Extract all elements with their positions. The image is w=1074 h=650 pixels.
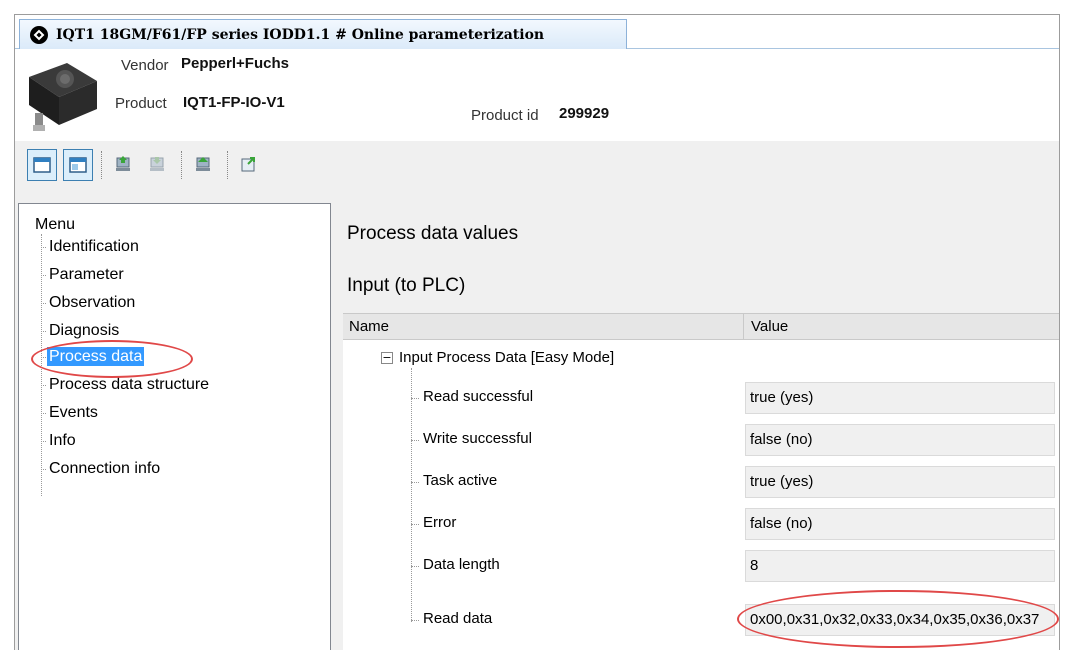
menu-item-events[interactable]: Events bbox=[41, 402, 100, 424]
tree-connector bbox=[411, 524, 419, 525]
device-transfer-icon bbox=[196, 157, 210, 171]
window-icon bbox=[33, 157, 51, 173]
vendor-label: Vendor bbox=[121, 57, 169, 74]
menu-root: Menu bbox=[35, 216, 76, 233]
column-header-name[interactable]: Name bbox=[343, 314, 389, 340]
tab-title: IQT1 18GM/F61/FP series IODD1.1 # Online… bbox=[56, 26, 545, 43]
row-name-write-successful: Write successful bbox=[423, 430, 532, 447]
value-write-successful: false (no) bbox=[745, 424, 1055, 456]
product-id-label: Product id bbox=[471, 107, 539, 124]
menu-item-diagnosis[interactable]: Diagnosis bbox=[41, 320, 121, 342]
toolbar-separator bbox=[101, 151, 102, 179]
tree-connector bbox=[411, 482, 419, 483]
menu-tree: Menu Identification Parameter Observatio… bbox=[18, 203, 331, 650]
value-task-active: true (yes) bbox=[745, 466, 1055, 498]
tree-connector bbox=[411, 620, 419, 621]
menu-item-parameter[interactable]: Parameter bbox=[41, 264, 126, 286]
process-data-grid: Name Value − Input Process Data [Easy Mo… bbox=[343, 313, 1059, 650]
value-error: false (no) bbox=[745, 508, 1055, 540]
tree-connector bbox=[411, 440, 419, 441]
download-device-icon bbox=[150, 157, 164, 171]
row-name-read-successful: Read successful bbox=[423, 388, 534, 405]
tree-connector bbox=[411, 398, 419, 399]
grid-header: Name Value bbox=[343, 314, 1059, 340]
column-header-value[interactable]: Value bbox=[745, 314, 788, 340]
row-name-task-active: Task active bbox=[423, 472, 498, 489]
toolbar bbox=[15, 141, 1059, 189]
download-device-button[interactable] bbox=[143, 149, 173, 181]
upload-device-button[interactable] bbox=[109, 149, 139, 181]
device-logo-icon bbox=[30, 25, 48, 44]
section-title: Input (to PLC) bbox=[347, 275, 466, 296]
group-label: Input Process Data [Easy Mode] bbox=[399, 349, 615, 366]
column-divider bbox=[743, 314, 744, 339]
menu-item-observation[interactable]: Observation bbox=[41, 292, 137, 314]
tab-online-parameterization[interactable]: IQT1 18GM/F61/FP series IODD1.1 # Online… bbox=[19, 19, 627, 49]
tree-connector bbox=[411, 368, 412, 622]
value-data-length: 8 bbox=[745, 550, 1055, 582]
sensor-device-image bbox=[29, 63, 97, 131]
value-read-successful: true (yes) bbox=[745, 382, 1055, 414]
tab-strip: IQT1 18GM/F61/FP series IODD1.1 # Online… bbox=[15, 15, 1059, 49]
menu-item-connection-info[interactable]: Connection info bbox=[41, 458, 162, 480]
device-header: Vendor Pepperl+Fuchs Product IQT1-FP-IO-… bbox=[15, 49, 1059, 141]
toolbar-separator bbox=[181, 151, 182, 179]
device-transfer-button[interactable] bbox=[189, 149, 219, 181]
menu-item-identification[interactable]: Identification bbox=[41, 236, 141, 258]
content-title: Process data values bbox=[347, 223, 519, 244]
collapse-toggle[interactable]: − bbox=[381, 352, 393, 364]
row-name-read-data: Read data bbox=[423, 610, 493, 627]
product-id-value: 299929 bbox=[559, 105, 610, 122]
product-label: Product bbox=[115, 95, 167, 112]
tree-connector bbox=[411, 566, 419, 567]
vendor-value: Pepperl+Fuchs bbox=[181, 55, 289, 72]
app-window: IQT1 18GM/F61/FP series IODD1.1 # Online… bbox=[14, 14, 1060, 650]
product-value: IQT1-FP-IO-V1 bbox=[183, 94, 285, 111]
row-name-data-length: Data length bbox=[423, 556, 500, 573]
toolbar-separator bbox=[227, 151, 228, 179]
menu-item-process-data[interactable]: Process data bbox=[41, 346, 145, 368]
menu-item-process-data-structure[interactable]: Process data structure bbox=[41, 374, 211, 396]
window-alt-icon bbox=[69, 157, 87, 173]
row-name-error: Error bbox=[423, 514, 457, 531]
upload-device-icon bbox=[116, 156, 130, 171]
export-button[interactable] bbox=[235, 149, 265, 181]
window-button[interactable] bbox=[27, 149, 57, 181]
value-read-data: 0x00,0x31,0x32,0x33,0x34,0x35,0x36,0x37 bbox=[745, 604, 1055, 636]
window-alt-button[interactable] bbox=[63, 149, 93, 181]
menu-item-info[interactable]: Info bbox=[41, 430, 78, 452]
export-icon bbox=[241, 157, 255, 172]
